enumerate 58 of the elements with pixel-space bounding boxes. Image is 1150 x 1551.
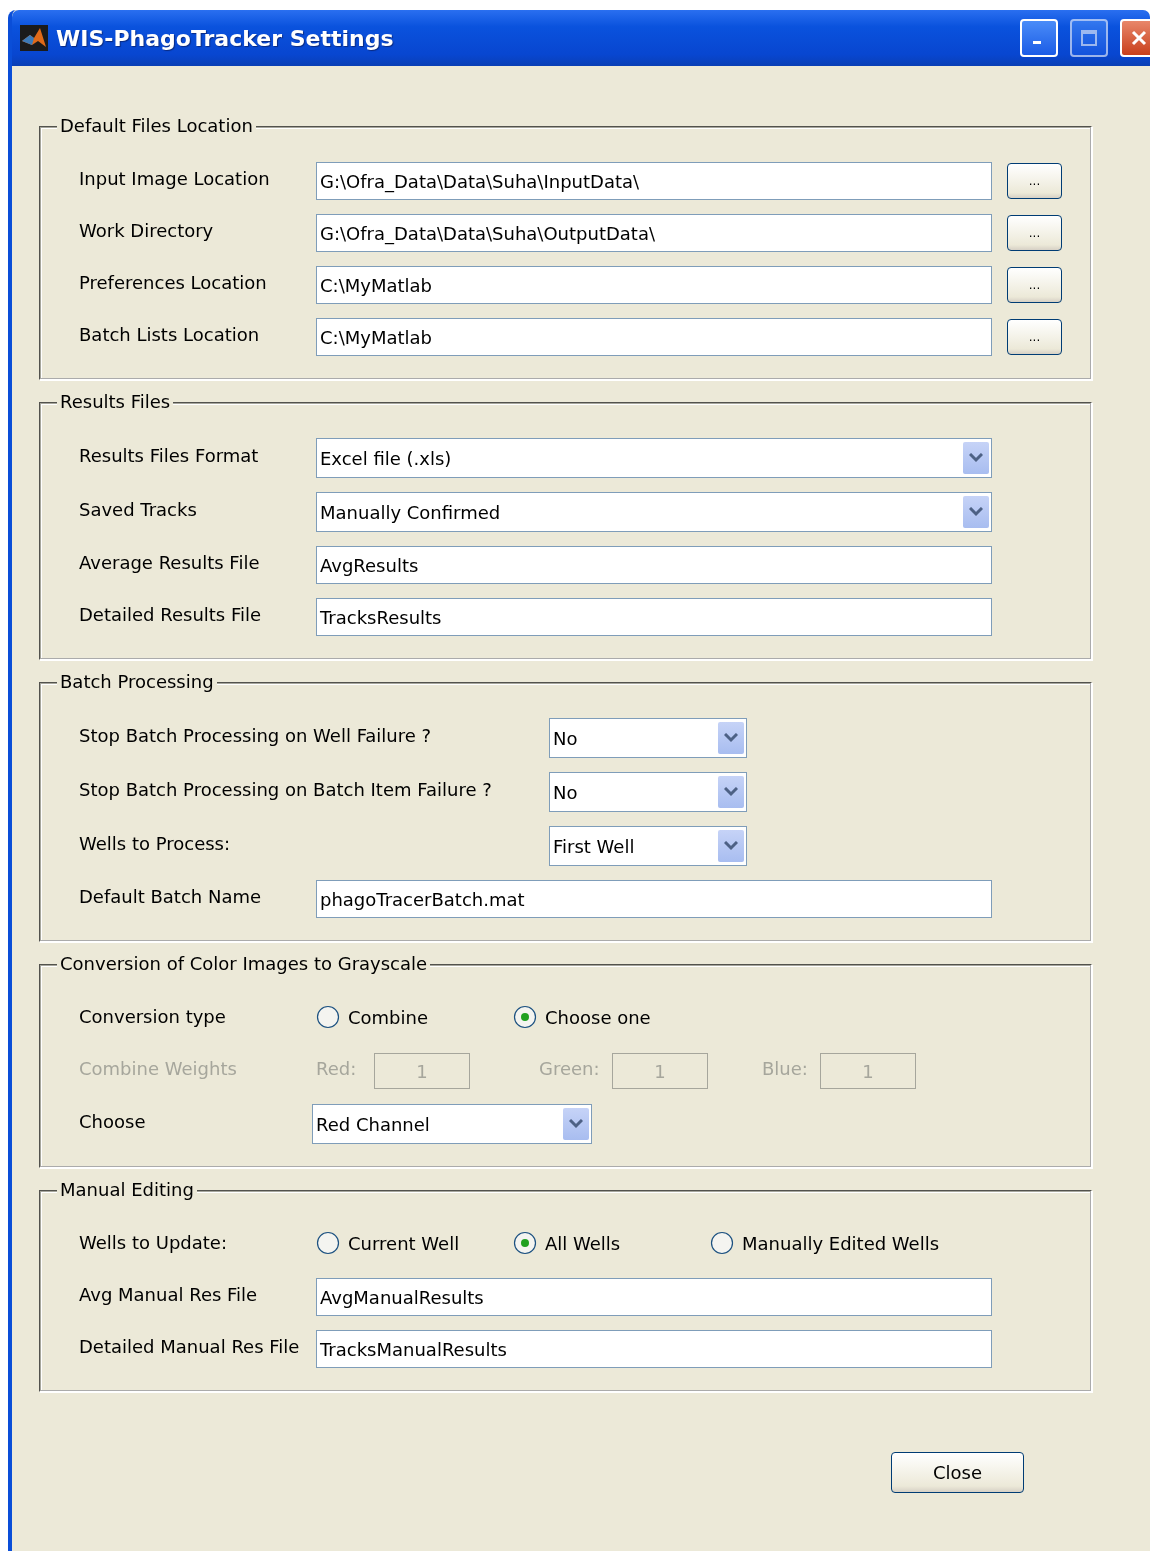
browse-button[interactable]: ... (1007, 319, 1062, 355)
radio-icon[interactable] (513, 1231, 537, 1255)
path-field[interactable]: C:\MyMatlab (316, 266, 992, 304)
field-label: Conversion type (79, 1005, 227, 1029)
browse-button[interactable]: ... (1007, 163, 1062, 199)
field-label: Stop Batch Processing on Batch Item Failure ? (79, 778, 493, 802)
field-label: Preferences Location (79, 271, 268, 295)
radio-option[interactable]: Manually Edited Wells (710, 1231, 940, 1259)
field-label: Combine Weights (79, 1057, 238, 1081)
field-label: Avg Manual Res File (79, 1283, 259, 1307)
field-label: Wells to Update: (79, 1231, 228, 1255)
app-icon (20, 25, 48, 51)
group-title: Batch Processing (57, 671, 217, 692)
field-label: Default Batch Name (79, 885, 263, 909)
text-field[interactable]: TracksResults (316, 598, 992, 636)
weight-label: Blue: (762, 1057, 809, 1081)
path-field[interactable]: C:\MyMatlab (316, 318, 992, 356)
dropdown[interactable]: No (549, 718, 747, 758)
dropdown[interactable]: No (549, 772, 747, 812)
dropdown[interactable]: Excel file (.xls) (316, 438, 992, 478)
radio-option[interactable]: All Wells (513, 1231, 710, 1259)
close-icon[interactable] (1120, 19, 1150, 57)
group-title: Conversion of Color Images to Grayscale (57, 953, 431, 974)
radio-option[interactable]: Current Well (316, 1231, 513, 1259)
path-field[interactable]: G:\Ofra_Data\Data\Suha\OutputData\ (316, 214, 992, 252)
text-field[interactable]: phagoTracerBatch.mat (316, 880, 992, 918)
text-field[interactable]: AvgResults (316, 546, 992, 584)
path-field[interactable]: G:\Ofra_Data\Data\Suha\InputData\ (316, 162, 992, 200)
field-label: Detailed Manual Res File (79, 1335, 301, 1359)
maximize-icon[interactable] (1080, 29, 1098, 47)
field-label: Saved Tracks (79, 498, 198, 522)
dropdown[interactable]: Red Channel (312, 1104, 592, 1144)
radio-icon[interactable] (513, 1005, 537, 1029)
radio-option[interactable]: Combine (316, 1005, 513, 1033)
radio-icon[interactable] (316, 1005, 340, 1029)
weight-label: Green: (539, 1057, 601, 1081)
group-title: Manual Editing (57, 1179, 197, 1200)
browse-button[interactable]: ... (1007, 267, 1062, 303)
field-label: Batch Lists Location (79, 323, 261, 347)
field-label: Input Image Location (79, 167, 271, 191)
close-button[interactable]: Close (891, 1452, 1024, 1493)
radio-icon[interactable] (710, 1231, 734, 1255)
text-field[interactable]: AvgManualResults (316, 1278, 992, 1316)
window-title: WIS-PhagoTracker Settings (56, 25, 394, 51)
field-label: Stop Batch Processing on Well Failure ? (79, 724, 433, 748)
field-label: Detailed Results File (79, 603, 263, 627)
text-field[interactable]: TracksManualResults (316, 1330, 992, 1368)
radio-icon[interactable] (316, 1231, 340, 1255)
dropdown[interactable]: First Well (549, 826, 747, 866)
field-label: Results Files Format (79, 444, 260, 468)
field-label: Wells to Process: (79, 832, 232, 856)
dropdown[interactable]: Manually Confirmed (316, 492, 992, 532)
weight-label: Red: (316, 1057, 358, 1081)
radio-option[interactable]: Choose one (513, 1005, 651, 1033)
field-label: Average Results File (79, 551, 261, 575)
browse-button[interactable]: ... (1007, 215, 1062, 251)
field-label: Work Directory (79, 219, 215, 243)
field-label: Choose (79, 1110, 147, 1134)
